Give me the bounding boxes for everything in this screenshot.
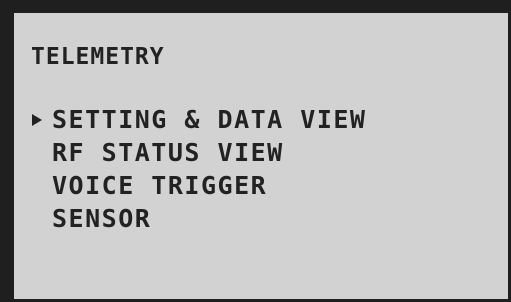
menu-item-label: VOICE TRIGGER xyxy=(52,171,268,200)
menu-item-label: SENSOR xyxy=(52,204,152,233)
selection-cursor-icon xyxy=(31,103,51,136)
lcd-screen: TELEMETRY SETTING & DATA VIEW RF STATUS … xyxy=(0,0,511,302)
screen-title: TELEMETRY xyxy=(31,44,165,70)
menu-item-label: RF STATUS VIEW xyxy=(52,138,284,167)
menu-item-label: SETTING & DATA VIEW xyxy=(52,105,367,134)
